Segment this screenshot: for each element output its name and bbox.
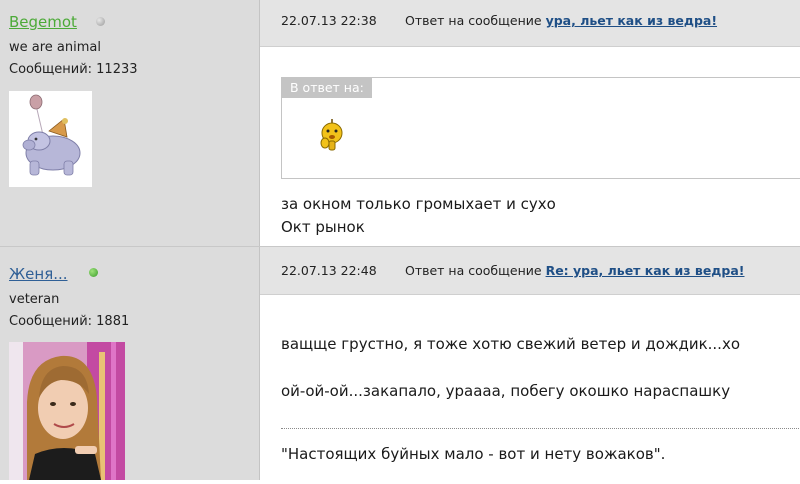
reply-info: Ответ на сообщение Re: ура, льет как из … (405, 263, 744, 278)
post-text-line: ващще грустно, я тоже хотю свежий ветер … (281, 335, 741, 353)
avatar[interactable] (9, 91, 92, 191)
signature-text: "Настоящих буйных мало - вот и нету вожа… (281, 445, 666, 463)
username-link[interactable]: Begemot (9, 13, 77, 31)
message-count: Сообщений: 1881 (9, 314, 130, 329)
post-text-line: за окном только громыхает и сухо (281, 195, 556, 213)
author-panel: Begemot we are animal Сообщений: 11233 (0, 0, 259, 246)
user-status: we are animal (9, 40, 101, 55)
author-panel: Женя... veteran Сообщений: 1881 (0, 247, 259, 480)
post-text-line: Окт рынок (281, 218, 365, 236)
quote-box: В ответ на: (281, 77, 800, 179)
username-link[interactable]: Женя... (9, 265, 68, 283)
post-body: 22.07.13 22:38 Ответ на сообщение ура, л… (260, 0, 800, 246)
status-online-icon (89, 268, 98, 277)
reply-info: Ответ на сообщение ура, льет как из ведр… (405, 13, 717, 28)
post-header: 22.07.13 22:38 Ответ на сообщение ура, л… (260, 0, 800, 47)
post-text-line: ой-ой-ой...закапало, урaааа, побегу окош… (281, 382, 731, 400)
quote-label: В ответ на: (282, 78, 372, 98)
post: Begemot we are animal Сообщений: 11233 2… (0, 0, 800, 246)
post-header: 22.07.13 22:48 Ответ на сообщение Re: ур… (260, 247, 800, 295)
reply-title-link[interactable]: Re: ура, льет как из ведра! (546, 263, 745, 278)
avatar[interactable] (9, 342, 125, 484)
smiley-icon (318, 116, 348, 156)
post-body: 22.07.13 22:48 Ответ на сообщение Re: ур… (260, 247, 800, 480)
reply-prefix: Ответ на сообщение (405, 263, 542, 278)
status-offline-icon (96, 17, 105, 26)
post-date: 22.07.13 22:38 (281, 13, 377, 28)
reply-prefix: Ответ на сообщение (405, 13, 542, 28)
post: Женя... veteran Сообщений: 1881 22.07.13… (0, 247, 800, 480)
signature-divider (281, 428, 800, 429)
message-count: Сообщений: 11233 (9, 62, 138, 77)
post-date: 22.07.13 22:48 (281, 263, 377, 278)
reply-title-link[interactable]: ура, льет как из ведра! (546, 13, 717, 28)
user-status: veteran (9, 292, 60, 307)
